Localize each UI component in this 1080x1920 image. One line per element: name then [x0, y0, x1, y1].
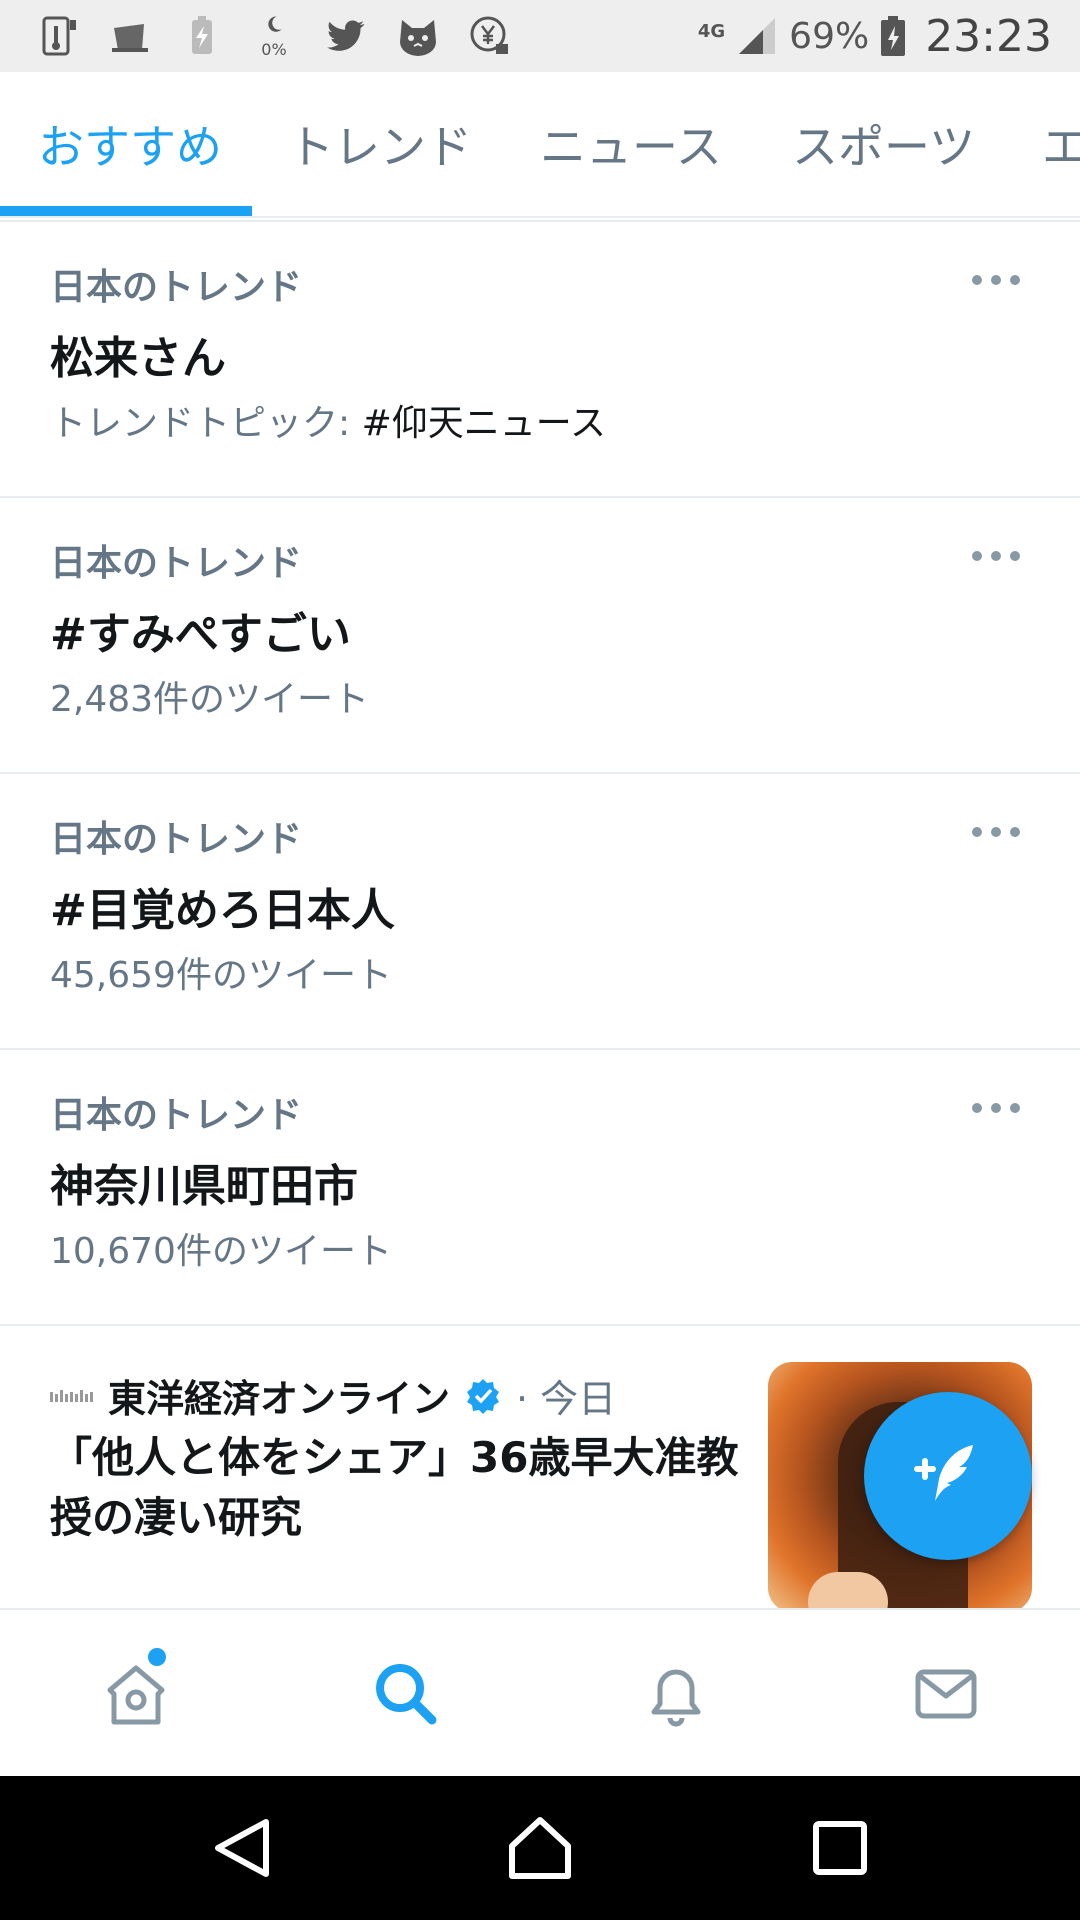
trend-topic-hashtag[interactable]: #仰天ニュース: [362, 403, 606, 444]
trend-context: 日本のトレンド: [50, 543, 303, 584]
news-headline: 「他人と体をシェア」36歳早大准教授の凄い研究: [50, 1433, 739, 1542]
more-options-icon[interactable]: [972, 822, 1020, 842]
trend-item[interactable]: 日本のトレンド 神奈川県町田市 10,670件のツイート: [0, 1050, 1080, 1324]
home-notification-dot: [148, 1648, 166, 1666]
nav-notifications[interactable]: [634, 1652, 718, 1736]
news-time: · 今日: [516, 1377, 617, 1421]
compose-quill-icon: [914, 1445, 973, 1501]
nav-search[interactable]: [364, 1652, 448, 1736]
tab-sports[interactable]: スポーツ: [792, 72, 975, 216]
news-source: 東洋経済オンライン · 今日: [50, 1368, 616, 1423]
signal-icon: [739, 18, 776, 54]
compose-tweet-button[interactable]: [864, 1392, 1032, 1560]
back-icon[interactable]: [206, 1812, 278, 1884]
publisher-logo-icon: [50, 1389, 93, 1402]
yen-lock-icon: [468, 14, 512, 58]
trend-context: 日本のトレンド: [50, 819, 303, 860]
trend-item[interactable]: 日本のトレンド #目覚めろ日本人 45,659件のツイート: [0, 774, 1080, 1048]
tab-trends[interactable]: トレンド: [288, 72, 472, 216]
trend-topic: トレンドトピック: #仰天ニュース: [50, 394, 606, 446]
thermometer-icon: [36, 14, 80, 58]
verified-badge-icon: [467, 1378, 500, 1414]
cat-face-icon: [396, 14, 440, 58]
twitter-bird-icon: [324, 14, 368, 58]
home-button-icon[interactable]: [504, 1812, 576, 1884]
active-tab-indicator: [0, 206, 252, 216]
tab-entertainment[interactable]: エ: [1042, 72, 1080, 216]
recents-icon[interactable]: [804, 1812, 876, 1884]
network-type: 4G: [697, 20, 726, 42]
trend-context: 日本のトレンド: [50, 267, 303, 308]
zero-percent-label: 0%: [261, 40, 287, 59]
more-options-icon[interactable]: [972, 546, 1020, 566]
cup-icon: [108, 14, 152, 58]
more-options-icon[interactable]: [972, 270, 1020, 290]
bottom-navigation: [0, 1608, 1080, 1778]
battery-charging-icon: [180, 14, 224, 58]
trend-item[interactable]: 日本のトレンド 松来さん トレンドトピック: #仰天ニュース: [0, 222, 1080, 496]
tab-news[interactable]: ニュース: [540, 72, 722, 216]
tweet-count: 2,483件のツイート: [50, 679, 370, 720]
trend-topic-label: トレンドトピック:: [50, 403, 362, 444]
trend-context: 日本のトレンド: [50, 1095, 303, 1136]
search-icon: [376, 1664, 437, 1725]
more-options-icon[interactable]: [972, 1098, 1020, 1118]
tweet-count: 10,670件のツイート: [50, 1231, 392, 1272]
mail-icon: [915, 1669, 977, 1719]
battery-percent: 69%: [789, 15, 870, 57]
trend-title: 松来さん: [50, 333, 226, 384]
nav-messages[interactable]: [904, 1652, 988, 1736]
moon-icon: 0%: [252, 14, 296, 58]
trend-title: 神奈川県町田市: [50, 1161, 358, 1212]
battery-icon: [881, 16, 906, 56]
bell-icon: [651, 1669, 701, 1727]
publisher-name: 東洋経済オンライン: [108, 1377, 451, 1421]
trend-item[interactable]: 日本のトレンド #すみぺすごい 2,483件のツイート: [0, 498, 1080, 772]
status-bar: 0% 4G 69% 23:23: [0, 0, 1080, 72]
home-icon: [107, 1665, 165, 1725]
nav-home[interactable]: [94, 1652, 178, 1736]
tab-recommended[interactable]: おすすめ: [38, 72, 222, 216]
trend-title: #目覚めろ日本人: [50, 885, 395, 936]
trend-title: #すみぺすごい: [50, 609, 351, 660]
explore-tabs: おすすめ トレンド ニュース スポーツ エ: [0, 72, 1080, 218]
android-navigation-bar: [0, 1776, 1080, 1920]
tweet-count: 45,659件のツイート: [50, 955, 392, 996]
clock: 23:23: [925, 10, 1052, 62]
